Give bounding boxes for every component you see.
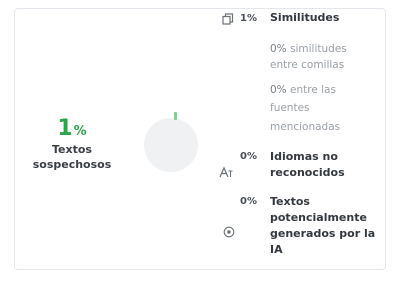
quoted-similarities-cont: entre comillas — [270, 59, 345, 71]
idiomas-title: Idiomas no reconocidos — [270, 150, 345, 179]
suspicious-percentage: 1% — [57, 116, 87, 141]
progress-gauge — [144, 118, 198, 172]
quoted-similarities: 0% similitudes — [270, 43, 347, 55]
ia-value: 0% — [240, 196, 257, 207]
ia-title: Textos potencialmente generados por la I… — [270, 195, 376, 256]
similitudes-title: Similitudes — [270, 11, 340, 24]
cited-sources-cont1: fuentes — [270, 102, 310, 114]
cited-sources-similarities: 0% entre las — [270, 84, 336, 96]
suspicious-label: Textos sospechosos — [32, 143, 112, 171]
cited-sources-cont2: mencionadas — [270, 121, 341, 133]
language-icon — [219, 166, 234, 178]
idiomas-value: 0% — [240, 151, 257, 162]
gauge-progress-mark — [174, 112, 177, 120]
copy-icon — [222, 13, 234, 25]
similitudes-value: 1% — [240, 13, 257, 24]
ai-icon — [223, 226, 235, 238]
